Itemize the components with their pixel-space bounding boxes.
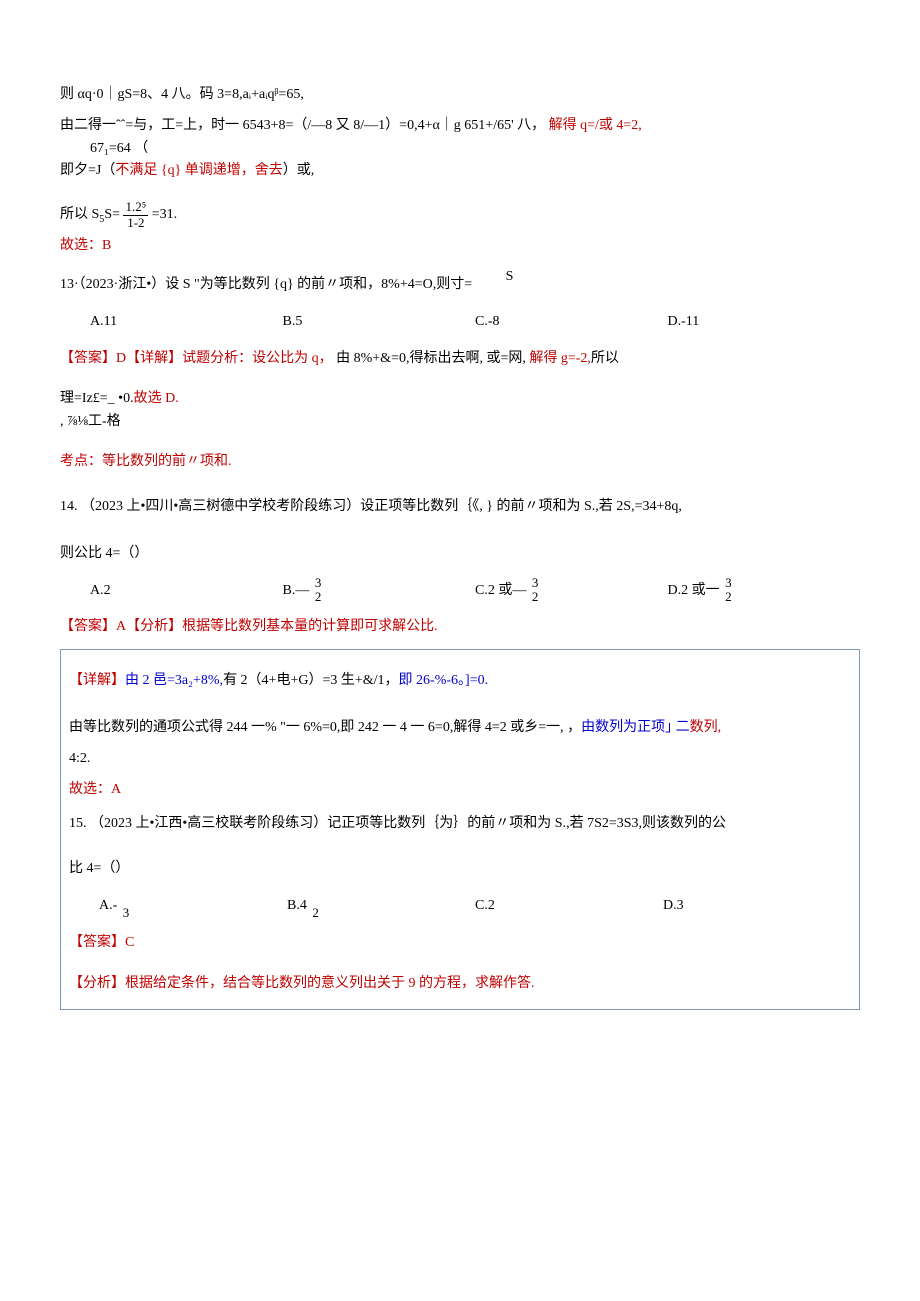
text-red: 数列, xyxy=(690,720,722,735)
question-15-answer: 【答案】C xyxy=(69,928,851,959)
fraction: 3 2 xyxy=(313,576,324,605)
text: =31. xyxy=(152,207,177,222)
option-c: C.-8 xyxy=(475,307,668,338)
text-red: 不满足 {q} 单调递增，舍去 xyxy=(115,163,282,178)
text-blue: 即 26-%-6。]=0. xyxy=(399,673,489,688)
text: 由二得一ˆˆ=与，工=上，时一 6543+8=（/—8 又 8/—1）=0,4+… xyxy=(60,118,545,133)
paragraph: 67₁=64 （ xyxy=(90,142,860,156)
paragraph: 所以 S5S= 1.2⁵ 1-2 =31. xyxy=(60,200,860,231)
option-b: B.5 xyxy=(283,307,476,338)
text: 有 2（4+电+G）=3 生+&/1， xyxy=(223,673,398,688)
answer-select: 故选：B xyxy=(60,231,860,262)
numerator xyxy=(310,891,321,905)
text: 所以 xyxy=(591,351,619,366)
question-14-answer-label: 【答案】A【分析】根据等比数列基本量的计算即可求解公比. xyxy=(60,612,860,643)
text-blue: 由数列为正项｣ 二 xyxy=(581,720,690,735)
text: S xyxy=(506,262,514,293)
numerator: 3 xyxy=(530,576,541,590)
paragraph: 4:2. xyxy=(69,744,851,775)
text: 13·（2023·浙江•）设 S "为等比数列 {q} 的前〃项和，8%+4=O… xyxy=(60,277,472,292)
answer-select: 故选：A xyxy=(69,775,851,806)
denominator: 2 xyxy=(530,590,541,604)
numerator: 1.2⁵ xyxy=(123,200,148,215)
option-d: D.3 xyxy=(663,891,851,922)
paragraph: 【详解】由 2 邑=3a₂+8%,有 2（4+电+G）=3 生+&/1，即 26… xyxy=(69,666,851,697)
question-15-analysis: 【分析】根据给定条件，结合等比数列的意义列出关于 9 的方程，求解作答. xyxy=(69,969,851,1000)
text-red: 【答案】D【详解】试题分析：设公比为 q， xyxy=(60,351,333,366)
paragraph: 则 αq·0｜gS=8、4 八。码 3=8,aᵢ+aᵢqᵝ=65, xyxy=(60,80,860,111)
denominator: 3 xyxy=(121,906,132,920)
question-13-answer: 【答案】D【详解】试题分析：设公比为 q， 由 8%+&=0,得标出去啊, 或=… xyxy=(60,344,860,375)
denominator: 2 xyxy=(313,590,324,604)
numerator: 3 xyxy=(723,576,734,590)
text: 理=Iz£=_ •0. xyxy=(60,391,134,406)
fraction: 1.2⁵ 1-2 xyxy=(123,200,148,230)
fraction: 2 xyxy=(310,891,321,920)
exam-point: 考点：等比数列的前〃项和. xyxy=(60,447,860,478)
question-14-options: A.2 B.— 3 2 C.2 或— 3 2 D.2 或一 3 2 xyxy=(90,576,860,607)
paragraph: 理=Iz£=_ •0.故选 D. xyxy=(60,384,860,415)
question-14-stem2: 则公比 4=（） xyxy=(60,539,860,570)
fraction: 3 2 xyxy=(530,576,541,605)
paragraph: 即夕=J（不满足 {q} 单调递增，舍去）或, xyxy=(60,156,860,187)
text: C.2 或— xyxy=(475,583,526,598)
numerator: 3 xyxy=(313,576,324,590)
text: 即夕=J（ xyxy=(60,163,115,178)
denominator: 1-2 xyxy=(123,216,148,230)
denominator: 2 xyxy=(723,590,734,604)
question-14-stem: 14. （2023 上•四川•高三树德中学校考阶段练习）设正项等比数列｛《, }… xyxy=(60,492,860,523)
option-d: D.2 或一 3 2 xyxy=(668,576,861,607)
numerator xyxy=(121,891,132,905)
fraction: 3 2 xyxy=(723,576,734,605)
fraction: 3 xyxy=(121,891,132,920)
text: B.4 xyxy=(287,898,307,913)
text: 由等比数列的通项公式得 244 一% "一 6%=0,即 242 一 4 一 6… xyxy=(69,720,581,735)
paragraph: 由二得一ˆˆ=与，工=上，时一 6543+8=（/—8 又 8/—1）=0,4+… xyxy=(60,111,860,142)
question-15-options: A.- 3 B.4 2 C.2 D.3 xyxy=(99,891,851,922)
solution-box: 【详解】由 2 邑=3a₂+8%,有 2（4+电+G）=3 生+&/1，即 26… xyxy=(60,649,860,1010)
text: 67₁=64 （ xyxy=(90,141,148,156)
option-c: C.2 或— 3 2 xyxy=(475,576,668,607)
question-13-stem: 13·（2023·浙江•）设 S "为等比数列 {q} 的前〃项和，8%+4=O… xyxy=(60,270,860,301)
option-a: A.2 xyxy=(90,576,283,607)
option-a: A.- 3 xyxy=(99,891,287,922)
option-b: B.— 3 2 xyxy=(283,576,476,607)
text: S= xyxy=(104,207,120,222)
option-c: C.2 xyxy=(475,891,663,922)
text-blue: 由 2 邑=3a₂+8%, xyxy=(125,673,223,688)
question-15-stem: 15. （2023 上•江西•高三校联考阶段练习）记正项等比数列｛为｝的前〃项和… xyxy=(69,809,851,840)
text: ）或, xyxy=(283,163,315,178)
text-red: 解得 q=/或 4=2, xyxy=(549,118,642,133)
option-d: D.-11 xyxy=(668,307,861,338)
paragraph: 由等比数列的通项公式得 244 一% "一 6%=0,即 242 一 4 一 6… xyxy=(69,713,851,744)
text: 由 8%+&=0,得标出去啊, 或=网, xyxy=(333,351,530,366)
denominator: 2 xyxy=(310,906,321,920)
text: A.- xyxy=(99,898,117,913)
text: B.— xyxy=(283,583,310,598)
option-a: A.11 xyxy=(90,307,283,338)
option-b: B.4 2 xyxy=(287,891,475,922)
text: 所以 S xyxy=(60,207,99,222)
text-red: 解得 g=-2, xyxy=(529,351,591,366)
question-15-stem2: 比 4=（） xyxy=(69,854,851,885)
paragraph: , ⅞⅛工-格 xyxy=(60,415,860,429)
text: D.2 或一 xyxy=(668,583,720,598)
text-red: 故选 D. xyxy=(134,391,179,406)
text-red: 【详解】 xyxy=(69,673,125,688)
question-13-options: A.11 B.5 C.-8 D.-11 xyxy=(90,307,860,338)
